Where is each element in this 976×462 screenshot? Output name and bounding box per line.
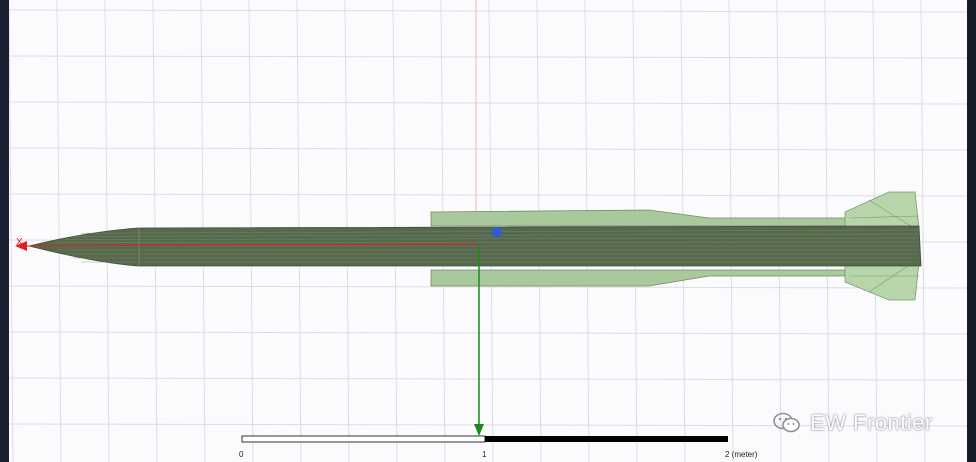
scale-tick-0: 0: [239, 450, 244, 459]
right-window-frame: [967, 0, 976, 462]
watermark: EW Frontier: [772, 408, 933, 438]
3d-model-viewport[interactable]: X 0 1 2 (meter): [9, 0, 967, 462]
scale-tick-1: 1: [482, 450, 487, 459]
wechat-icon: [773, 412, 800, 433]
left-window-frame: [0, 0, 9, 462]
y-axis-arrow-icon: [474, 424, 484, 436]
scale-tick-2: 2 (meter): [725, 450, 758, 459]
scale-bar: [241, 435, 728, 443]
scene-canvas: [9, 0, 967, 462]
z-axis-origin-marker: [492, 227, 502, 237]
watermark-text: EW Frontier: [810, 410, 933, 435]
missile-body: [28, 225, 922, 267]
x-axis-label: X: [16, 237, 23, 248]
